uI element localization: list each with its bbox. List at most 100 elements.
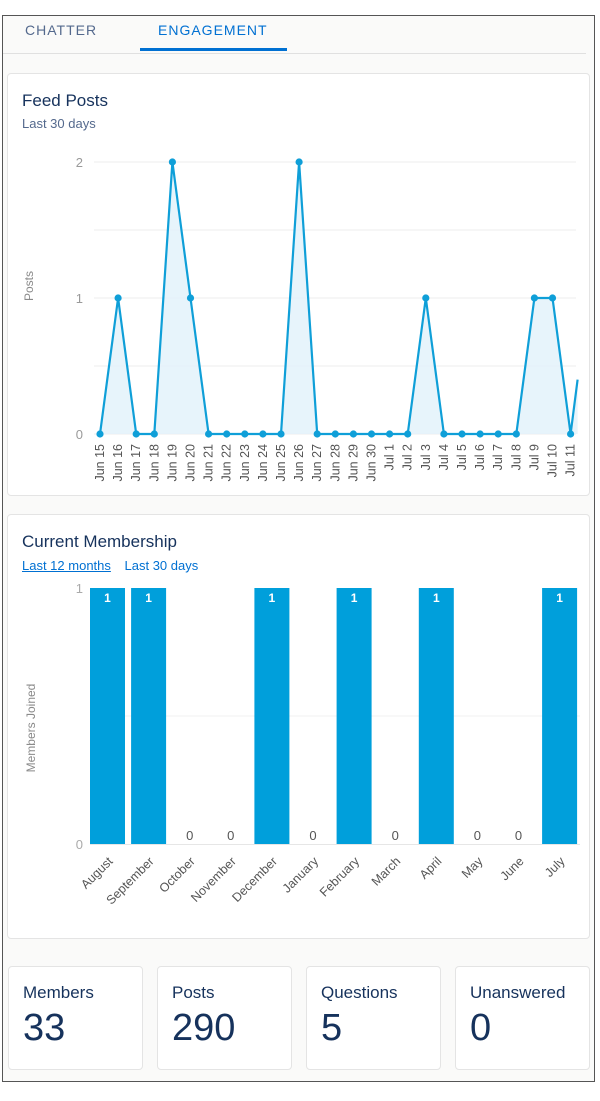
bar-data-label: 1	[433, 591, 440, 605]
stat-unanswered: Unanswered 0	[455, 966, 590, 1070]
stat-value: 290	[172, 1007, 236, 1049]
stat-label: Questions	[321, 983, 398, 1002]
data-point-jul-5	[458, 430, 466, 438]
x-tick-label: June	[498, 854, 527, 883]
stat-value: 33	[23, 1007, 66, 1049]
x-tick-label: Jun 29	[346, 444, 360, 482]
y-axis-label: Posts	[22, 271, 36, 301]
stat-value: 5	[321, 1007, 343, 1049]
feed-posts-card: Feed Posts Last 30 days 0 1 2 Posts Jun 15 Ju…	[7, 73, 590, 496]
x-tick-label: Jul 8	[509, 444, 523, 470]
bar-april	[418, 588, 454, 844]
data-point-jul-3	[422, 294, 430, 302]
x-tick-label: Jun 22	[220, 444, 234, 482]
x-tick-label: Jun 23	[238, 444, 252, 482]
x-tick-label: Jul 2	[401, 444, 415, 470]
x-tick-label: Jul 7	[491, 444, 505, 470]
y-tick-label: 1	[76, 291, 83, 306]
x-tick-label: Jun 27	[310, 444, 324, 482]
data-point-jun-26	[295, 158, 303, 166]
x-tick-label: March	[369, 854, 403, 888]
data-point-jun-21	[205, 430, 213, 438]
x-tick-label: Jun 26	[292, 444, 306, 482]
data-point-jul-11	[567, 430, 575, 438]
data-point-jun-23	[241, 430, 249, 438]
x-tick-label: Jul 5	[455, 444, 469, 470]
data-point-jun-22	[223, 430, 231, 438]
bar-data-label: 1	[104, 591, 111, 605]
x-tick-label: Jun 21	[202, 444, 216, 482]
x-tick-label: Jun 15	[93, 444, 107, 482]
data-point-jul-1	[386, 430, 394, 438]
data-point-jul-4	[440, 430, 448, 438]
x-tick-label: Jul 6	[473, 444, 487, 470]
x-tick-label: May	[459, 854, 486, 881]
bar-data-label: 1	[145, 591, 152, 605]
data-point-jun-20	[186, 294, 195, 302]
bar-august	[90, 588, 125, 844]
data-point-jul-6	[476, 430, 484, 438]
stat-members: Members 33	[8, 966, 143, 1070]
data-point-jul-8	[512, 430, 520, 438]
y-tick-label: 0	[76, 427, 83, 442]
x-tick-label: Jul 11	[564, 444, 578, 476]
data-point-jun-17	[132, 430, 140, 438]
x-tick-label: Jul 1	[383, 444, 397, 470]
tab-bar: CHATTER ENGAGEMENT	[3, 16, 586, 54]
data-point-jul-7	[494, 430, 502, 438]
data-point-jun-19	[168, 158, 176, 166]
y-tick-label: 1	[76, 581, 83, 596]
x-tick-label: Jun 16	[111, 444, 125, 482]
bar-data-label: 1	[556, 591, 563, 605]
data-point-jun-27	[313, 430, 321, 438]
bar-february	[336, 588, 372, 844]
x-tick-label: August	[78, 854, 116, 892]
data-point-jul-9	[530, 294, 539, 302]
data-point-jun-16	[114, 294, 122, 302]
tab-engagement[interactable]: ENGAGEMENT	[158, 22, 268, 38]
x-tick-label: October	[156, 854, 197, 895]
data-point-jun-25	[277, 430, 285, 438]
bar-data-label: 0	[309, 828, 316, 843]
x-tick-label: January	[280, 854, 322, 896]
data-point-jul-10	[548, 294, 557, 302]
stat-label: Unanswered	[470, 983, 566, 1002]
bar-data-label: 1	[351, 591, 358, 605]
y-tick-label: 0	[76, 837, 83, 852]
active-tab-indicator	[140, 48, 287, 51]
bar-data-label: 1	[269, 591, 276, 605]
x-tick-label: Jul 4	[437, 444, 451, 470]
data-point-jun-30	[367, 430, 376, 438]
stat-questions: Questions 5	[306, 966, 441, 1070]
bar-december	[254, 588, 290, 844]
tab-chatter[interactable]: CHATTER	[25, 22, 97, 38]
data-point-jul-2	[404, 430, 412, 438]
x-tick-label: July	[542, 854, 568, 880]
y-tick-label: 2	[76, 155, 83, 170]
x-tick-label: Jun 30	[365, 444, 379, 482]
membership-card: Current Membership Last 12 months Last 3…	[7, 514, 590, 939]
x-tick-label: Jun 20	[184, 444, 198, 482]
data-point-jun-18	[150, 430, 158, 438]
bar-july	[542, 588, 578, 844]
x-tick-label: Jun 19	[165, 444, 179, 482]
stat-label: Members	[23, 983, 94, 1002]
bar-data-label: 0	[392, 828, 399, 843]
stat-posts: Posts 290	[157, 966, 292, 1070]
data-point-jun-29	[349, 430, 357, 438]
bar-data-label: 0	[227, 828, 234, 843]
x-tick-label: February	[317, 854, 363, 900]
x-tick-label: April	[417, 854, 445, 882]
bar-september	[131, 588, 167, 844]
engagement-panel: CHATTER ENGAGEMENT Feed Posts Last 30 da…	[2, 15, 595, 1082]
x-tick-label: Jun 18	[147, 444, 161, 482]
x-tick-label: Jun 25	[274, 444, 288, 482]
data-point-jun-28	[331, 430, 339, 438]
data-point-jun-15	[96, 430, 104, 438]
stat-value: 0	[470, 1007, 492, 1049]
feed-posts-chart: 0 1 2 Posts Jun 15 Jun 16 Jun 17 Jun 18 Jun 19 Ju…	[22, 155, 579, 482]
bar-data-label: 0	[474, 828, 481, 843]
x-tick-label: December	[229, 854, 280, 905]
data-point-jun-24	[259, 430, 267, 438]
bar-data-label: 0	[186, 828, 193, 843]
